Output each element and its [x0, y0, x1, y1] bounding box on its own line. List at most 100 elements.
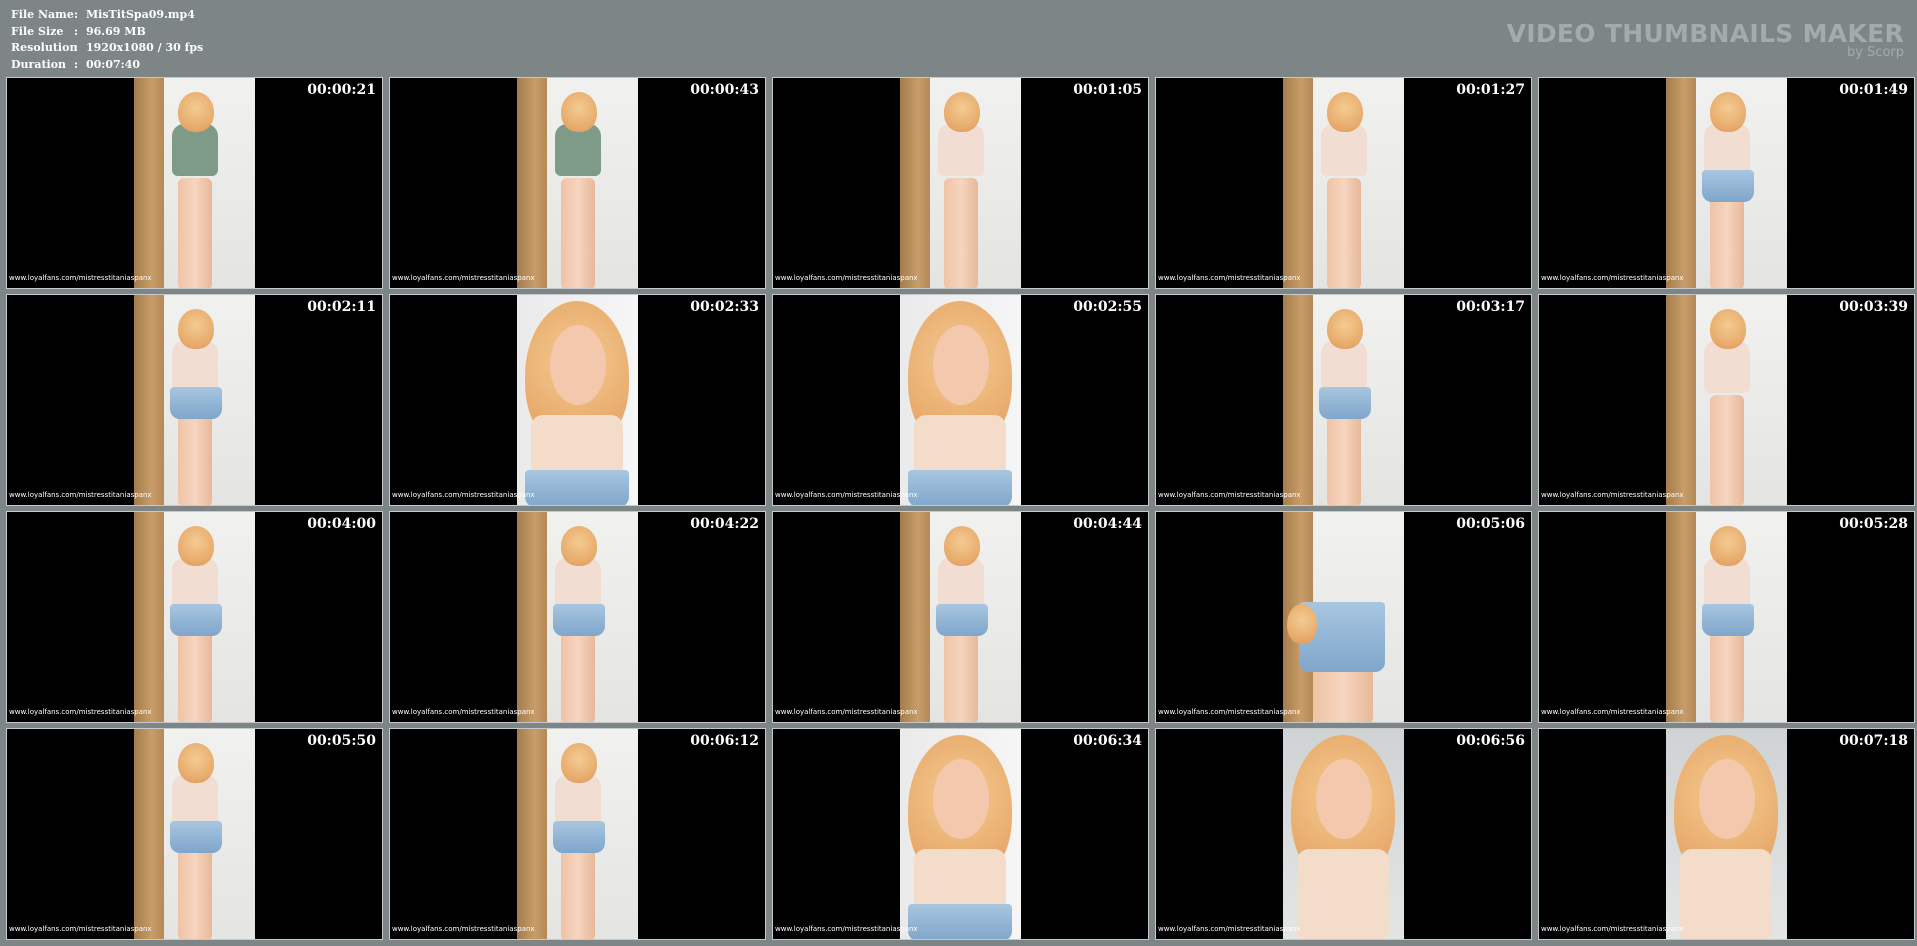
- denim-shape: [525, 470, 629, 505]
- thumbnail[interactable]: 00:06:12 www.loyalfans.com/mistresstitani…: [389, 728, 766, 940]
- file-info-row: Resolution:1920x1080 / 30 fps: [11, 40, 203, 57]
- file-info-row: File Size:96.69 MB: [11, 24, 203, 41]
- person-shape: [517, 512, 638, 722]
- skirt-shape: [553, 821, 605, 853]
- skirt-shape: [1319, 387, 1371, 419]
- video-frame-image: [134, 78, 255, 288]
- hair-shape: [944, 92, 980, 132]
- watermark-text: www.loyalfans.com/mistresstitaniaspanx: [1158, 274, 1301, 282]
- thumbnail[interactable]: 00:02:33 www.loyalfans.com/mistresstitani…: [389, 294, 766, 506]
- timestamp-label: 00:05:50: [307, 733, 376, 749]
- person-shape: [1283, 295, 1404, 505]
- thumbnail[interactable]: 00:01:27 www.loyalfans.com/mistresstitani…: [1155, 77, 1532, 289]
- thumbnail[interactable]: 00:05:06 www.loyalfans.com/mistresstitani…: [1155, 511, 1532, 723]
- watermark-text: www.loyalfans.com/mistresstitaniaspanx: [9, 274, 152, 282]
- file-info-separator: :: [74, 8, 79, 21]
- hair-shape: [178, 309, 214, 349]
- thumbnail[interactable]: 00:03:39 www.loyalfans.com/mistresstitani…: [1538, 294, 1915, 506]
- person-shape: [1283, 512, 1404, 722]
- person-shape: [517, 729, 638, 939]
- video-frame-image: [900, 78, 1021, 288]
- person-shape: [900, 78, 1021, 288]
- file-info-panel: File Name: MisTitSpa09.mp4 File Size:96.69…: [11, 7, 203, 73]
- video-frame-image: [134, 729, 255, 939]
- timestamp-label: 00:04:22: [690, 516, 759, 532]
- face-shape: [550, 325, 606, 405]
- file-info-value: 96.69 MB: [86, 24, 146, 38]
- person-shape: [134, 295, 255, 505]
- timestamp-label: 00:02:55: [1073, 299, 1142, 315]
- hair-shape: [944, 526, 980, 566]
- timestamp-label: 00:04:44: [1073, 516, 1142, 532]
- person-shape: [1283, 78, 1404, 288]
- file-info-key: Duration: [11, 57, 67, 71]
- thumbnail[interactable]: 00:01:05 www.loyalfans.com/mistresstitani…: [772, 77, 1149, 289]
- legs-shape: [1710, 395, 1744, 505]
- person-shape: [900, 512, 1021, 722]
- watermark-text: www.loyalfans.com/mistresstitaniaspanx: [1158, 708, 1301, 716]
- thumbnail[interactable]: 00:01:49 www.loyalfans.com/mistresstitani…: [1538, 77, 1915, 289]
- video-frame-image: [517, 729, 638, 939]
- watermark-text: www.loyalfans.com/mistresstitaniaspanx: [1541, 708, 1684, 716]
- thumbnail[interactable]: 00:00:21 www.loyalfans.com/mistresstitani…: [6, 77, 383, 289]
- video-frame-image: [1666, 729, 1787, 939]
- skirt-shape: [553, 604, 605, 636]
- person-shape: [900, 729, 1021, 939]
- brand-title: VIDEO THUMBNAILS MAKER: [1506, 19, 1904, 48]
- video-frame-image: [517, 512, 638, 722]
- timestamp-label: 00:06:56: [1456, 733, 1525, 749]
- thumbnail[interactable]: 00:07:18 www.loyalfans.com/mistresstitani…: [1538, 728, 1915, 940]
- watermark-text: www.loyalfans.com/mistresstitaniaspanx: [1541, 925, 1684, 933]
- thumbnail[interactable]: 00:04:22 www.loyalfans.com/mistresstitani…: [389, 511, 766, 723]
- timestamp-label: 00:07:18: [1839, 733, 1908, 749]
- watermark-text: www.loyalfans.com/mistresstitaniaspanx: [392, 925, 535, 933]
- face-shape: [933, 759, 989, 839]
- skirt-shape: [936, 604, 988, 636]
- thumbnail[interactable]: 00:04:44 www.loyalfans.com/mistresstitani…: [772, 511, 1149, 723]
- file-info-separator: :: [74, 41, 79, 54]
- video-frame-image: [1283, 295, 1404, 505]
- thumbnail[interactable]: 00:00:43 www.loyalfans.com/mistresstitani…: [389, 77, 766, 289]
- thumbnail[interactable]: 00:02:55 www.loyalfans.com/mistresstitani…: [772, 294, 1149, 506]
- video-frame-image: [134, 295, 255, 505]
- watermark-text: www.loyalfans.com/mistresstitaniaspanx: [1158, 925, 1301, 933]
- thumbnail[interactable]: 00:04:00 www.loyalfans.com/mistresstitani…: [6, 511, 383, 723]
- hair-shape: [561, 92, 597, 132]
- timestamp-label: 00:05:28: [1839, 516, 1908, 532]
- brand-logo: VIDEO THUMBNAILS MAKER by Scorp: [1507, 20, 1904, 60]
- video-frame-image: [134, 512, 255, 722]
- thumbnail[interactable]: 00:05:28 www.loyalfans.com/mistresstitani…: [1538, 511, 1915, 723]
- hair-shape: [178, 743, 214, 783]
- thumbnail[interactable]: 00:06:56 www.loyalfans.com/mistresstitani…: [1155, 728, 1532, 940]
- timestamp-label: 00:00:43: [690, 82, 759, 98]
- face-shape: [933, 325, 989, 405]
- video-frame-image: [517, 78, 638, 288]
- watermark-text: www.loyalfans.com/mistresstitaniaspanx: [9, 925, 152, 933]
- thumbnail[interactable]: 00:06:34 www.loyalfans.com/mistresstitani…: [772, 728, 1149, 940]
- thumbnail[interactable]: 00:05:50 www.loyalfans.com/mistresstitani…: [6, 728, 383, 940]
- hair-shape: [561, 526, 597, 566]
- watermark-text: www.loyalfans.com/mistresstitaniaspanx: [392, 274, 535, 282]
- person-shape: [1666, 78, 1787, 288]
- thumbnail[interactable]: 00:02:11 www.loyalfans.com/mistresstitani…: [6, 294, 383, 506]
- legs-shape: [178, 178, 212, 288]
- hair-shape: [561, 743, 597, 783]
- video-frame-image: [900, 729, 1021, 939]
- hair-shape: [1710, 526, 1746, 566]
- person-shape: [900, 295, 1021, 505]
- brand-subtitle: by Scorp: [1846, 45, 1904, 60]
- timestamp-label: 00:01:05: [1073, 82, 1142, 98]
- timestamp-label: 00:01:49: [1839, 82, 1908, 98]
- thumbnail[interactable]: 00:03:17 www.loyalfans.com/mistresstitani…: [1155, 294, 1532, 506]
- timestamp-label: 00:03:39: [1839, 299, 1908, 315]
- file-info-key: Resolution: [11, 41, 78, 54]
- skirt-shape: [170, 821, 222, 853]
- watermark-text: www.loyalfans.com/mistresstitaniaspanx: [9, 708, 152, 716]
- person-shape: [1666, 512, 1787, 722]
- face-shape: [1699, 759, 1755, 839]
- video-frame-image: [517, 295, 638, 505]
- file-info-separator: :: [74, 24, 79, 38]
- skirt-shape: [1702, 170, 1754, 202]
- timestamp-label: 00:06:12: [690, 733, 759, 749]
- timestamp-label: 00:02:33: [690, 299, 759, 315]
